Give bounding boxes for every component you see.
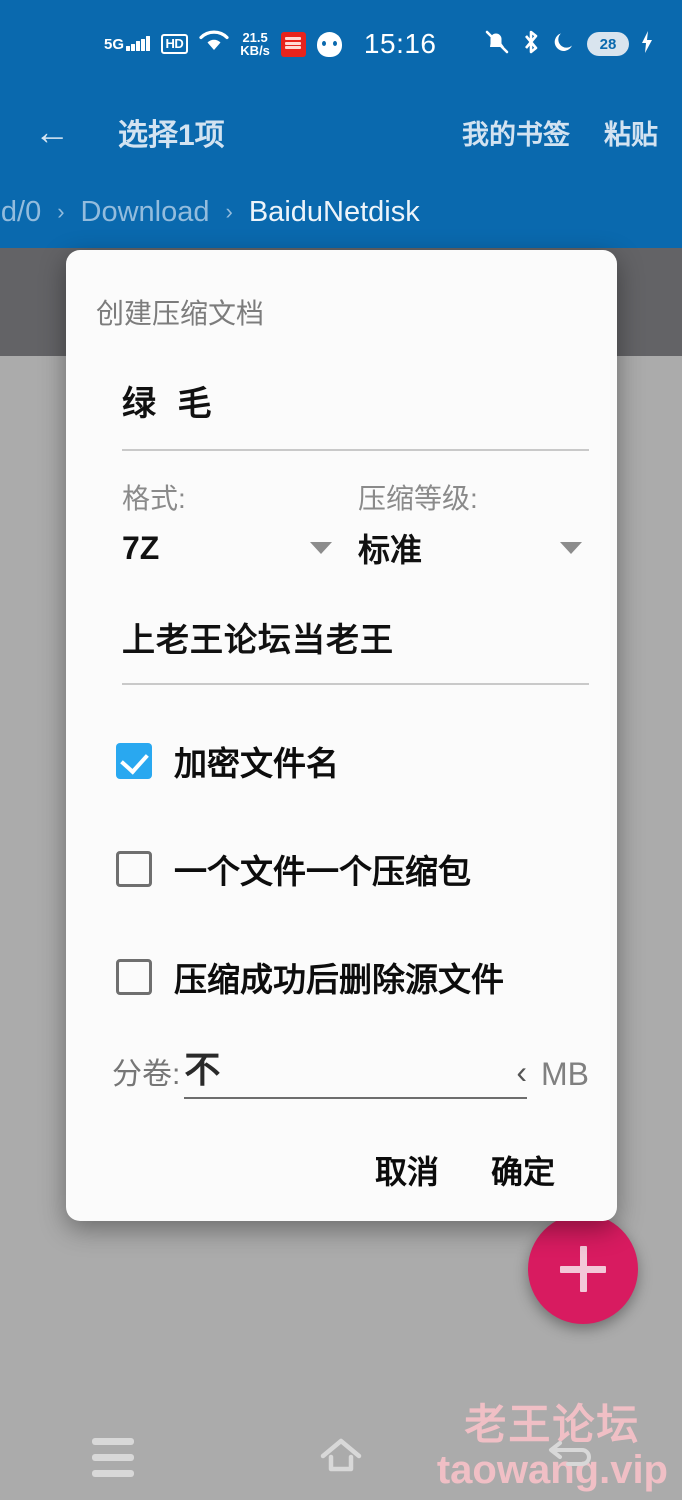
status-bar-left-icons: 5G HD 21.5 KB/s: [104, 30, 342, 59]
breadcrumb: ulated/0 › Download › BaiduNetdisk: [0, 176, 682, 248]
checkbox-label: 一个文件一个压缩包: [174, 853, 471, 890]
system-navigation-bar: [0, 1414, 682, 1500]
status-bar-right-icons: 28: [484, 29, 654, 60]
mute-icon: [484, 29, 510, 60]
confirm-button[interactable]: 确定: [491, 1147, 555, 1193]
status-bar-clock: 15:16: [363, 28, 437, 59]
breadcrumb-item-2[interactable]: BaiduNetdisk: [249, 196, 420, 229]
back-icon[interactable]: [548, 1440, 591, 1474]
status-bar: 5G HD 21.5 KB/s 15:16 28: [0, 0, 682, 88]
options-checkbox-group: 加密文件名 一个文件一个压缩包 压缩成功后删除源文件: [94, 707, 589, 1031]
archive-name-input[interactable]: 绿 毛: [122, 376, 589, 449]
split-volume-row: 分卷: 不 ‹ MB: [112, 1041, 589, 1099]
split-volume-input[interactable]: 不 ‹: [184, 1041, 527, 1099]
home-icon[interactable]: [319, 1437, 363, 1477]
red-app-icon: [280, 31, 306, 57]
network-type-label: 5G: [104, 36, 125, 53]
dialog-actions: 取消 确定: [94, 1147, 555, 1193]
compression-level-dropdown[interactable]: 标准: [358, 525, 588, 571]
checkbox-row-encrypt-filenames[interactable]: 加密文件名: [116, 707, 589, 815]
network-speed-icon: 21.5 KB/s: [240, 30, 270, 58]
chevron-left-icon[interactable]: ‹: [516, 1054, 527, 1093]
add-button[interactable]: [528, 1214, 638, 1324]
back-arrow-icon[interactable]: ←: [34, 114, 70, 150]
app-bar: ← 选择1项 我的书签 粘贴: [0, 88, 682, 176]
split-volume-label: 分卷:: [112, 1058, 181, 1091]
checkbox-label: 加密文件名: [174, 745, 339, 782]
ghost-app-icon: [316, 31, 342, 57]
format-value: 7Z: [122, 529, 160, 566]
split-volume-value: 不: [184, 1049, 221, 1090]
recents-icon[interactable]: [92, 1437, 135, 1477]
format-label: 格式:: [122, 483, 186, 514]
checkbox-label: 压缩成功后删除源文件: [174, 961, 504, 998]
selector-labels: 格式: 压缩等级:: [94, 477, 589, 517]
create-archive-dialog: 创建压缩文档 绿 毛 格式: 压缩等级: 7Z 标准 上老王论坛当老王 加密文件…: [66, 250, 617, 1221]
checkbox-unchecked-icon[interactable]: [116, 851, 152, 887]
do-not-disturb-icon: [552, 30, 576, 59]
compression-level-value: 标准: [358, 532, 423, 568]
password-input[interactable]: 上老王论坛当老王: [122, 613, 589, 683]
checkbox-row-delete-source-after[interactable]: 压缩成功后删除源文件: [116, 923, 589, 1031]
dialog-title: 创建压缩文档: [96, 298, 265, 329]
divider: [122, 449, 589, 451]
split-volume-unit: MB: [541, 1056, 589, 1092]
cancel-button[interactable]: 取消: [375, 1147, 439, 1193]
paste-button[interactable]: 粘贴: [604, 113, 658, 152]
app-bar-actions: 我的书签 粘贴: [462, 113, 658, 152]
format-dropdown[interactable]: 7Z: [122, 530, 358, 567]
breadcrumb-separator: ›: [57, 199, 65, 224]
breadcrumb-item-0[interactable]: ulated/0: [0, 196, 41, 229]
chevron-down-icon: [560, 542, 582, 554]
breadcrumb-separator: ›: [225, 199, 233, 224]
bluetooth-icon: [521, 29, 541, 60]
checkbox-unchecked-icon[interactable]: [116, 959, 152, 995]
signal-bars-icon: 5G: [104, 36, 150, 53]
plus-icon: [560, 1246, 606, 1292]
checkbox-checked-icon[interactable]: [116, 743, 152, 779]
battery-icon: 28: [587, 32, 629, 56]
compression-level-label: 压缩等级:: [358, 483, 478, 514]
page-title: 选择1项: [118, 119, 225, 152]
charging-bolt-icon: [640, 30, 654, 59]
my-bookmarks-button[interactable]: 我的书签: [462, 113, 570, 152]
selector-values: 7Z 标准: [94, 525, 589, 571]
divider: [122, 683, 589, 685]
breadcrumb-item-1[interactable]: Download: [81, 196, 210, 229]
hd-icon: HD: [160, 34, 189, 54]
wifi-icon: [199, 30, 229, 59]
checkbox-row-one-archive-per-file[interactable]: 一个文件一个压缩包: [116, 815, 589, 923]
chevron-down-icon: [310, 542, 332, 554]
